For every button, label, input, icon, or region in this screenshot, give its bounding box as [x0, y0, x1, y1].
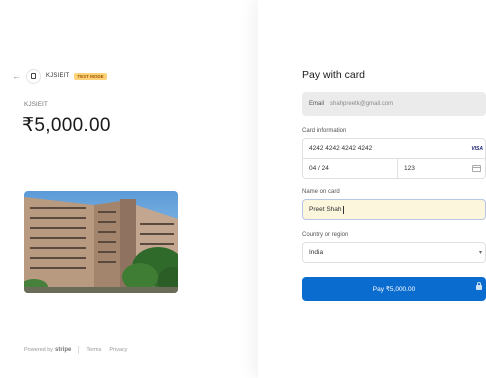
cvc-card-icon: [472, 165, 481, 172]
product-image: [24, 191, 178, 293]
email-label: Email: [309, 101, 325, 107]
payment-panel: [258, 0, 486, 378]
visa-icon: VISA: [471, 145, 483, 152]
country-value: India: [309, 249, 324, 256]
expiry-value: 04 / 24: [309, 165, 329, 172]
cvc-input[interactable]: 123: [397, 158, 486, 179]
chevron-down-icon: ▾: [478, 250, 482, 256]
merchant-logo: [26, 68, 41, 84]
merchant-name[interactable]: KJSIEIT: [46, 73, 69, 79]
lock-icon: [476, 282, 482, 290]
powered-by-text: Powered by: [24, 347, 54, 353]
email-value: shahpreetk@gmail.com: [330, 101, 394, 107]
name-on-card-input[interactable]: Preet Shah: [302, 199, 486, 220]
arrow-left-icon[interactable]: ←: [12, 71, 24, 81]
pay-button-label: Pay ₹5,000.00: [372, 286, 416, 293]
email-field[interactable]: Email shahpreetk@gmail.com: [302, 92, 486, 116]
text-caret: [342, 205, 344, 214]
card-information-label: Card information: [302, 128, 347, 134]
pay-button[interactable]: Pay ₹5,000.00: [302, 277, 486, 301]
footer-divider: [78, 346, 80, 354]
country-label: Country or region: [302, 232, 349, 238]
name-on-card-value: Preet Shah: [309, 206, 342, 213]
order-summary-panel: ← KJSIEIT TEST MODE KJSIEIT ₹5,000.00 Po…: [0, 0, 258, 378]
product-name: KJSIEIT: [24, 101, 48, 108]
privacy-link[interactable]: Privacy: [109, 347, 127, 353]
expiry-input[interactable]: 04 / 24: [302, 158, 398, 179]
card-number-value: 4242 4242 4242 4242: [309, 145, 373, 152]
pay-with-card-title: Pay with card: [302, 69, 366, 81]
test-mode-badge: TEST MODE: [74, 72, 107, 80]
country-select[interactable]: India ▾: [302, 242, 486, 263]
merchant-header: ← KJSIEIT TEST MODE: [12, 68, 107, 84]
footer: Powered by stripe Terms Privacy: [24, 346, 135, 354]
name-on-card-label: Name on card: [302, 189, 340, 195]
terms-link[interactable]: Terms: [86, 347, 101, 353]
cvc-value: 123: [404, 165, 415, 172]
card-number-input[interactable]: 4242 4242 4242 4242 VISA: [302, 138, 486, 159]
product-price: ₹5,000.00: [22, 115, 111, 136]
stripe-logo[interactable]: stripe: [55, 347, 71, 353]
